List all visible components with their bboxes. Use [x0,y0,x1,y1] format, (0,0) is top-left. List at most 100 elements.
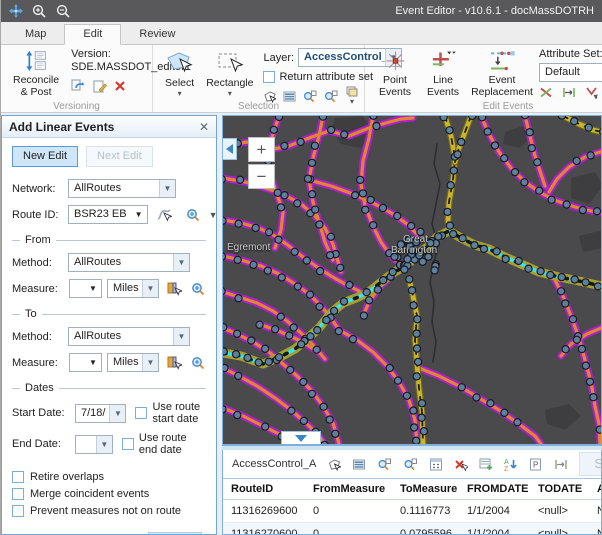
route-id-label: Route ID: [12,209,60,221]
use-route-start-label: Use route start date [152,401,206,425]
select-dropdown-caret[interactable]: ▾ [178,90,182,98]
new-version-icon[interactable] [93,79,107,93]
col-tomeasure[interactable]: ToMeasure [392,479,459,500]
zoom-out-icon[interactable] [56,4,71,19]
tab-review[interactable]: Review [121,25,193,44]
select-route-on-map-icon[interactable] [156,207,172,222]
rectangle-button[interactable]: Rectangle ▾ [202,48,257,100]
point-events-button[interactable]: Point Events [373,48,417,100]
chevron-left-icon [226,144,233,154]
attribute-table-panel: AccessControl_A [222,450,602,535]
route-zoom-caret[interactable]: ▼ [209,211,216,220]
line-events-icon [428,50,458,72]
map-place-label: Great [403,234,428,245]
from-unit-select[interactable]: Miles▼ [107,279,159,298]
measure-event-icon[interactable] [562,86,576,99]
tab-edit[interactable]: Edit [64,24,121,45]
return-attribute-checkbox[interactable] [263,71,275,83]
titlebar: Event Editor - v10.6.1 - docMassDOTRH [1,0,602,22]
col-accesscontrol[interactable]: AC [589,479,602,500]
group-selection: Select ▾ Rectangle ▾ Layer: AccessCo [153,45,365,112]
ribbon-tabs: Map Edit Review [1,22,602,45]
attribute-table: RouteID FromMeasure ToMeasure FROMDATE T… [223,478,602,535]
grid-add-row-icon[interactable] [479,458,493,471]
retire-overlaps-checkbox[interactable] [12,471,24,483]
table-row[interactable]: 1131627060000.0795596 1/1/2004<null>N [223,523,602,535]
refresh-version-icon[interactable] [71,79,86,93]
tab-map[interactable]: Map [7,25,64,44]
snap-event-icon[interactable] [585,86,599,99]
grid-save-button[interactable]: Save [579,452,602,476]
next-edit-button[interactable]: Next Edit [86,146,153,167]
event-replacement-button[interactable]: Event Replacement [469,48,535,100]
zoom-in-icon[interactable] [32,4,47,19]
col-fromdate[interactable]: FROMDATE [459,479,530,500]
to-method-label: Method: [12,331,68,343]
to-measure-label: Measure: [12,357,64,369]
to-method-select[interactable]: AllRoutes▼ [68,327,190,346]
split-event-icon[interactable] [539,86,553,99]
grid-zoom-selected-icon[interactable] [377,458,392,471]
event-editor-window: Event Editor - v10.6.1 - docMassDOTRH Ma… [0,0,602,535]
to-unit-select[interactable]: Miles▼ [107,353,159,372]
grid-select-polygon-icon[interactable] [327,458,341,471]
reconcile-post-button[interactable]: Reconcile & Post [9,48,63,100]
panel-title: Add Linear Events [9,120,114,134]
pan-icon[interactable] [9,4,23,18]
route-zoom-icon[interactable] [186,208,201,222]
panel-close-icon[interactable]: ✕ [199,120,209,134]
from-method-label: Method: [12,257,68,269]
add-linear-events-panel: Add Linear Events ✕ New Edit Next Edit N… [1,115,217,535]
grid-rows-icon[interactable] [352,458,366,471]
attribute-set-select[interactable]: Default▼ [539,63,602,82]
grid-toolbar: AccessControl_A [223,450,601,478]
col-frommeasure[interactable]: FromMeasure [305,479,392,500]
col-routeid[interactable]: RouteID [223,479,305,500]
start-date-select[interactable]: 7/18/▼ [75,404,126,423]
table-row[interactable]: 1131626960000.1116773 1/1/2004<null>N [223,500,602,523]
end-date-select[interactable]: ▼ [75,435,113,454]
attribute-set-label: Attribute Set: [539,48,602,61]
from-method-select[interactable]: AllRoutes▼ [68,253,190,272]
from-measure-label: Measure: [12,283,64,295]
from-measure-combo[interactable]: ▼ [69,279,102,298]
select-icon [166,50,193,75]
map-collapse-bottom-tab[interactable] [281,431,321,444]
grid-delete-selected-icon[interactable] [454,458,468,471]
map-zoom-out-button[interactable]: − [248,164,275,189]
network-label: Network: [12,183,68,195]
start-date-label: Start Date: [12,407,70,419]
network-select[interactable]: AllRoutes▼ [68,179,176,198]
layer-label: Layer: [263,52,294,64]
chevron-down-icon [295,435,307,442]
select-button[interactable]: Select ▾ [161,48,198,100]
to-measure-picker-icon[interactable] [167,356,182,370]
prevent-measures-checkbox[interactable] [12,505,24,517]
grid-sort-icon[interactable]: AZ [504,458,518,471]
line-events-button[interactable]: Line Events [421,48,465,100]
to-measure-combo[interactable]: ▼ [69,353,102,372]
from-measure-zoom-icon[interactable] [191,282,206,296]
grid-calculator-icon[interactable] [429,458,443,471]
merge-coincident-checkbox[interactable] [12,488,24,500]
use-route-end-checkbox[interactable] [122,438,134,450]
next-button[interactable]: Next > [148,532,202,534]
new-edit-button[interactable]: New Edit [12,146,78,167]
to-measure-zoom-icon[interactable] [191,356,206,370]
map-zoom-in-button[interactable]: + [248,137,275,162]
from-measure-picker-icon[interactable] [167,282,182,296]
to-legend: To [20,308,42,320]
grid-pan-selected-icon[interactable] [403,458,418,471]
use-route-end-label: Use route end date [139,432,206,456]
rectangle-dropdown-caret[interactable]: ▾ [228,90,232,98]
grid-identify-icon[interactable]: P [529,458,543,471]
grid-layer-name: AccessControl_A [232,458,316,470]
map-collapse-left-tab[interactable] [223,138,237,160]
delete-version-icon[interactable] [114,80,126,92]
use-route-start-checkbox[interactable] [135,407,147,419]
map-canvas[interactable] [223,116,602,444]
col-todate[interactable]: TODATE [530,479,589,500]
group-versioning: Reconcile & Post Version: SDE.MASSDOT_ed… [1,45,153,112]
grid-measure-icon[interactable] [554,458,568,471]
route-id-combo[interactable]: BSR23 EB▼ [68,205,148,224]
